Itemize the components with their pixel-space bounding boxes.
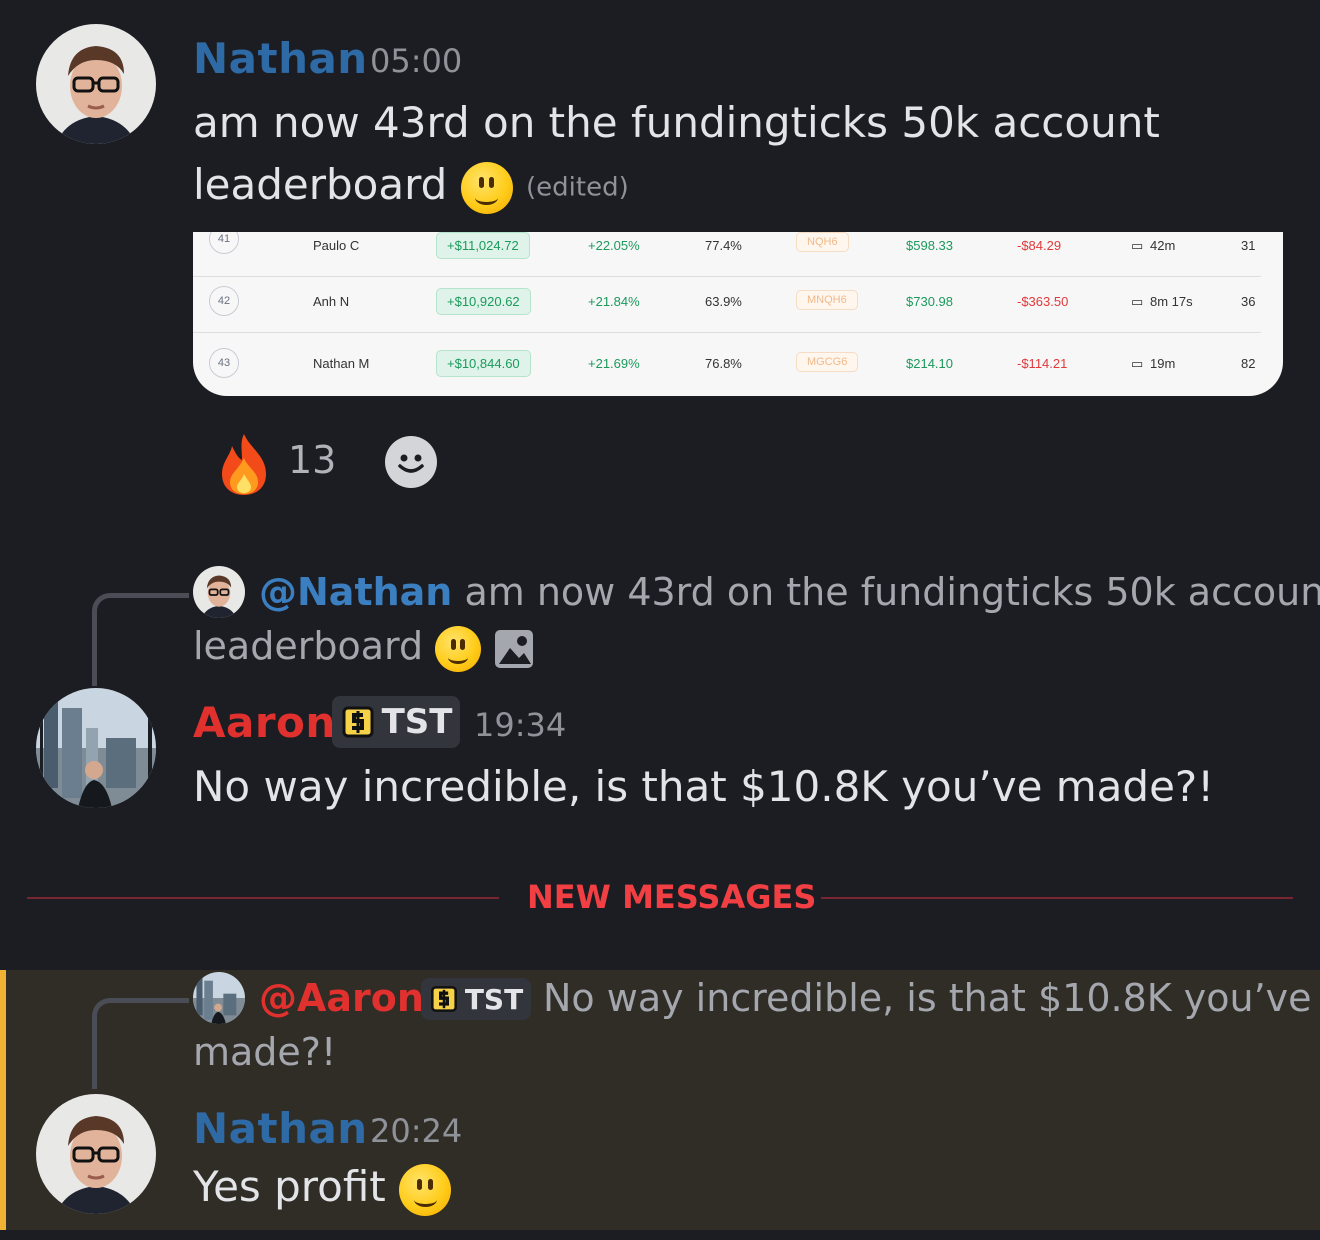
message-timestamp: 05:00 [370,42,463,80]
server-tag-label: TST [381,702,453,742]
slightly-smiling-face-icon [460,161,513,214]
server-tag-label: TST [464,982,524,1016]
calendar-icon: ▭ [1131,294,1144,309]
calendar-icon: ▭ [1131,238,1144,253]
leaderboard-image-attachment[interactable]: 41 Paulo C +$11,024.72 +22.05% 77.4% NQH… [193,232,1283,396]
return-value: +21.69% [588,356,640,371]
new-messages-divider-left [27,897,499,899]
message-text-line1: am now 43rd on the fundingticks 50k acco… [193,98,1160,147]
message-text-row: Yes profit [193,1162,452,1216]
author-name[interactable]: Nathan [193,1104,368,1153]
reply-snippet[interactable]: No way incredible, is that $10.8K you’ve [543,976,1312,1020]
avatar-aaron[interactable] [36,688,156,808]
best-trade-value: $214.10 [906,356,953,371]
symbol-tag: MGCG6 [796,352,859,372]
trader-name: Nathan M [313,356,370,371]
pnl-value: +$10,920.62 [436,288,531,315]
reaction-count: 13 [288,438,337,482]
message-text: No way incredible, is that $10.8K you’ve… [193,762,1215,811]
trader-name: Paulo C [313,238,360,253]
reply-connector [92,998,189,1089]
duration-value: 42m [1150,238,1176,253]
leaderboard-row: 43 Nathan M +$10,844.60 +21.69% 76.8% MG… [193,332,1261,394]
slightly-smiling-face-icon [435,625,482,672]
author-name[interactable]: Nathan [193,34,368,83]
message-timestamp: 19:34 [474,706,567,744]
winrate-value: 77.4% [705,238,742,253]
image-attachment-icon [495,629,534,668]
reply-avatar-nathan [193,566,245,618]
calendar-icon: ▭ [1131,356,1144,371]
reaction-fire[interactable]: 13 [216,430,336,496]
avatar-nathan[interactable] [36,24,156,144]
new-messages-label: NEW MESSAGES [527,878,817,916]
edited-indicator: (edited) [526,172,629,203]
reply-snippet[interactable]: made?! [193,1030,336,1074]
reply-snippet: leaderboard [193,624,424,668]
best-trade-value: $598.33 [906,238,953,253]
message-text: leaderboard [193,160,448,209]
trader-name: Anh N [313,294,350,309]
return-value: +22.05% [588,238,640,253]
leaderboard-row: 42 Anh N +$10,920.62 +21.84% 63.9% MNQH6… [193,270,1261,333]
avatar-nathan[interactable] [36,1094,156,1214]
add-reaction-button[interactable] [385,436,437,488]
symbol-tag: MNQH6 [796,290,858,310]
author-name[interactable]: Aaron [193,698,336,747]
reply-connector [92,593,189,686]
worst-trade-value: -$363.50 [1017,294,1069,309]
trades-value: 82 [1241,356,1256,371]
slightly-smiling-face-icon [399,1163,452,1216]
reply-avatar-aaron [193,972,245,1024]
trades-value: 36 [1241,294,1256,309]
return-value: +21.84% [588,294,640,309]
symbol-tag: NQH6 [796,232,849,252]
message-text: Yes profit [193,1162,386,1211]
rank-badge: 41 [209,232,239,254]
trades-value: 31 [1241,238,1256,253]
duration-value: 8m 17s [1150,294,1193,309]
worst-trade-value: -$114.21 [1017,356,1068,371]
worst-trade-value: -$84.29 [1017,238,1062,253]
rank-badge: 43 [209,348,239,378]
winrate-value: 63.9% [705,294,742,309]
smiley-add-icon [398,454,424,473]
message-timestamp: 20:24 [370,1112,463,1150]
server-tag-badge[interactable]: TST [421,978,531,1020]
reply-preview-line1[interactable]: @Nathan am now 43rd on the fundingticks … [259,570,1320,614]
rank-badge: 42 [209,286,239,316]
new-messages-divider-right [821,897,1293,899]
fire-icon [222,434,266,495]
reply-mention[interactable]: @Nathan [259,570,452,614]
duration-value: 19m [1150,356,1176,371]
pnl-value: +$10,844.60 [436,350,531,377]
dollar-tag-icon [430,986,457,1012]
pnl-value: +$11,024.72 [436,232,530,259]
best-trade-value: $730.98 [906,294,953,309]
reply-preview-line2[interactable]: leaderboard [193,624,535,672]
dollar-tag-icon [342,706,374,738]
winrate-value: 76.8% [705,356,742,371]
server-tag-badge[interactable]: TST [332,696,460,748]
reply-mention[interactable]: @Aaron [259,976,424,1020]
message-text-line2: leaderboard (edited) [193,160,629,214]
reply-snippet: am now 43rd on the fundingticks 50k acco… [464,570,1320,614]
